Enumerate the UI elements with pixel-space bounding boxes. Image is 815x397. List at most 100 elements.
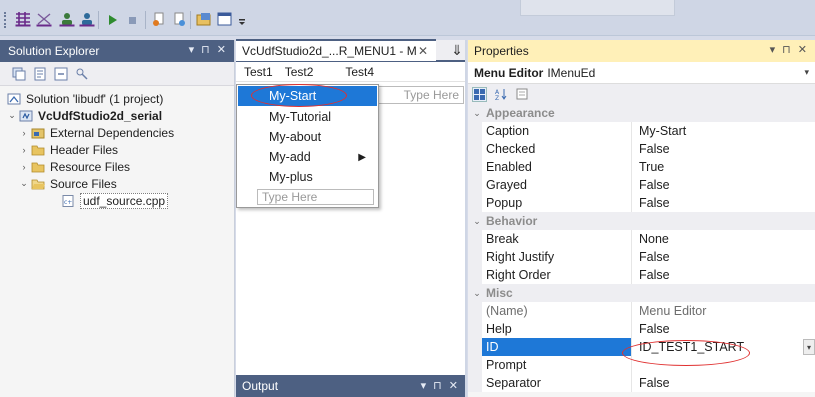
pane-controls[interactable]: ▾ ⊓ ✕: [189, 43, 228, 56]
grid-icon[interactable]: [14, 11, 31, 28]
property-name[interactable]: Right Justify: [482, 248, 632, 266]
property-name[interactable]: Enabled: [482, 158, 632, 176]
dropdown-item-my-tutorial[interactable]: My-Tutorial: [237, 107, 378, 127]
property-name[interactable]: (Name): [482, 302, 632, 320]
folder-image-icon[interactable]: [195, 11, 212, 28]
close-icon[interactable]: ✕: [418, 44, 428, 58]
output-panel-title[interactable]: Output ▾ ⊓ ✕: [236, 375, 466, 397]
alphabetical-icon[interactable]: AZ: [493, 87, 508, 102]
tree-item-label: Source Files: [50, 176, 117, 191]
tree-item[interactable]: › Header Files: [0, 141, 234, 158]
tree-item[interactable]: › Resource Files: [0, 158, 234, 175]
solution-explorer-title-bar[interactable]: Solution Explorer ▾ ⊓ ✕: [0, 40, 234, 62]
property-value[interactable]: False: [632, 140, 815, 158]
property-row[interactable]: Break None: [468, 230, 815, 248]
chevron-down-icon[interactable]: ▾: [803, 339, 815, 355]
menu-item-test2[interactable]: Test2: [283, 65, 316, 79]
property-name[interactable]: Right Order: [482, 266, 632, 284]
chevron-down-icon[interactable]: ⌄: [6, 110, 18, 121]
property-name[interactable]: Separator: [482, 374, 632, 392]
menu-item-test1[interactable]: Test1: [242, 65, 275, 79]
page-star-icon[interactable]: [170, 11, 187, 28]
tree-item[interactable]: › External Dependencies: [0, 124, 234, 141]
pane-controls[interactable]: ▾ ⊓ ✕: [421, 379, 460, 392]
menu-bar: Test1 Test2 Test4: [236, 62, 466, 82]
tree-item[interactable]: c+ udf_source.cpp: [0, 192, 234, 209]
chevron-right-icon[interactable]: ›: [18, 162, 30, 172]
users-icon[interactable]: [58, 11, 75, 28]
property-value[interactable]: None: [632, 230, 815, 248]
dropdown-item-my-add[interactable]: My-add ▶: [237, 147, 378, 167]
tree-item[interactable]: ⌄ Source Files: [0, 175, 234, 192]
chevron-down-icon[interactable]: ⌄: [468, 216, 486, 227]
property-row[interactable]: Right Justify False: [468, 248, 815, 266]
property-name[interactable]: ID: [482, 338, 632, 356]
side-type-here-field[interactable]: Type Here: [378, 86, 464, 104]
chevron-down-icon[interactable]: ⌄: [468, 108, 486, 119]
property-value[interactable]: False: [632, 194, 815, 212]
view-class-diagram-icon[interactable]: [73, 65, 90, 82]
property-row[interactable]: Popup False: [468, 194, 815, 212]
property-row[interactable]: Caption My-Start: [468, 122, 815, 140]
dropdown-item-my-about[interactable]: My-about: [237, 127, 378, 147]
property-pages-icon[interactable]: [514, 87, 529, 102]
show-all-files-icon[interactable]: [52, 65, 69, 82]
property-value[interactable]: True: [632, 158, 815, 176]
property-name[interactable]: Popup: [482, 194, 632, 212]
property-name[interactable]: Break: [482, 230, 632, 248]
property-value[interactable]: False: [632, 374, 815, 392]
property-value[interactable]: My-Start: [632, 122, 815, 140]
property-value[interactable]: False: [632, 248, 815, 266]
property-row[interactable]: Checked False: [468, 140, 815, 158]
chevron-down-icon[interactable]: ⌄: [18, 178, 30, 189]
tree-item[interactable]: ⌄ VcUdfStudio2d_serial: [0, 107, 234, 124]
property-value[interactable]: False: [632, 176, 815, 194]
panel-divider[interactable]: [465, 40, 467, 397]
categorized-icon[interactable]: [472, 86, 487, 102]
property-name[interactable]: Prompt: [482, 356, 632, 374]
menu-item-test4[interactable]: Test4: [343, 65, 376, 79]
property-row[interactable]: Grayed False: [468, 176, 815, 194]
chevron-right-icon[interactable]: ›: [18, 145, 30, 155]
properties-title-bar[interactable]: Properties ▾ ⊓ ✕: [468, 40, 815, 62]
overflow-icon[interactable]: [233, 11, 250, 28]
property-name[interactable]: Grayed: [482, 176, 632, 194]
tree-item[interactable]: Solution 'libudf' (1 project): [0, 90, 234, 107]
property-row[interactable]: Right Order False: [468, 266, 815, 284]
window-icon[interactable]: [216, 11, 233, 28]
category-behavior[interactable]: ⌄ Behavior: [468, 212, 815, 230]
chevron-right-icon[interactable]: ›: [18, 128, 30, 138]
property-name[interactable]: Caption: [482, 122, 632, 140]
users-up-icon[interactable]: [78, 11, 95, 28]
property-value[interactable]: False: [632, 320, 815, 338]
toolbar-grip[interactable]: [4, 12, 7, 28]
property-name[interactable]: Help: [482, 320, 632, 338]
page-icon[interactable]: [150, 11, 167, 28]
tab-dropdown-icon[interactable]: ⇓: [451, 42, 463, 59]
property-row[interactable]: Enabled True: [468, 158, 815, 176]
dropdown-type-here-field[interactable]: Type Here: [257, 189, 374, 205]
solution-explorer-toolbar: [0, 62, 234, 86]
chevron-down-icon[interactable]: ▾: [804, 67, 809, 78]
row-gutter: [468, 320, 482, 338]
properties-page-icon[interactable]: [31, 65, 48, 82]
property-row[interactable]: Help False: [468, 320, 815, 338]
property-value[interactable]: Menu Editor: [632, 302, 815, 320]
chevron-down-icon[interactable]: ⌄: [468, 288, 486, 299]
close-doc-icon[interactable]: [35, 11, 52, 28]
run-icon[interactable]: [104, 11, 121, 28]
editor-tab[interactable]: VcUdfStudio2d_...R_MENU1 - M ✕: [236, 39, 436, 61]
category-misc[interactable]: ⌄ Misc: [468, 284, 815, 302]
object-type: IMenuEd: [547, 65, 596, 80]
object-selector[interactable]: Menu Editor IMenuEd ▾: [468, 62, 815, 84]
stop-icon[interactable]: [124, 11, 141, 28]
property-name[interactable]: Checked: [482, 140, 632, 158]
dropdown-item-label: My-about: [269, 130, 322, 144]
dropdown-item-my-plus[interactable]: My-plus: [237, 167, 378, 187]
property-row[interactable]: Separator False: [468, 374, 815, 392]
collapse-all-icon[interactable]: [10, 65, 27, 82]
property-value[interactable]: False: [632, 266, 815, 284]
pane-controls[interactable]: ▾ ⊓ ✕: [770, 43, 809, 56]
category-appearance[interactable]: ⌄ Appearance: [468, 104, 815, 122]
property-row[interactable]: (Name) Menu Editor: [468, 302, 815, 320]
